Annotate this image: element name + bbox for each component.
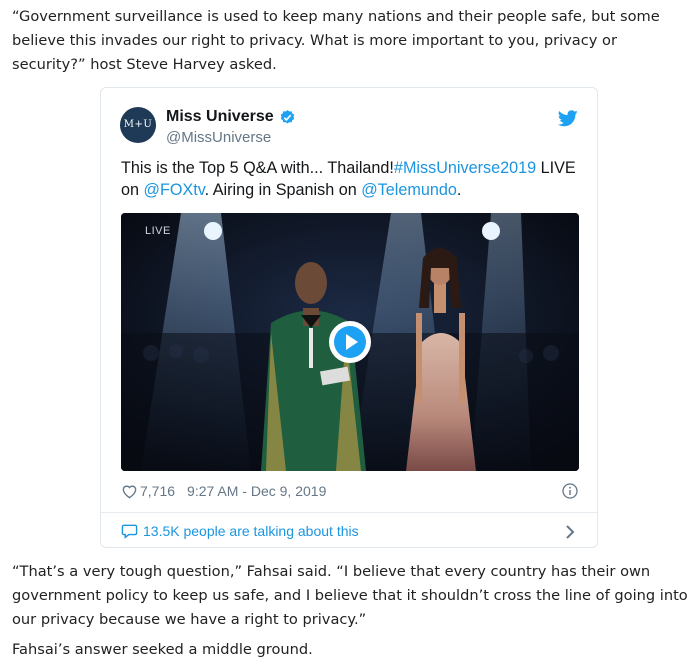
conversation-count[interactable]: 13.5K people are talking about this <box>143 523 359 539</box>
account-handle[interactable]: @MissUniverse <box>166 129 271 146</box>
account-name[interactable]: Miss Universe <box>166 108 274 126</box>
avatar[interactable]: M+U <box>120 107 156 143</box>
heart-icon[interactable] <box>121 484 138 499</box>
embedded-tweet[interactable]: M+U Miss Universe @MissUniverse This is … <box>100 87 598 548</box>
tweet-text: This is the Top 5 Q&A with... Thailand!#… <box>121 157 581 201</box>
chevron-right-icon[interactable] <box>565 525 575 539</box>
tweet-timestamp[interactable]: 9:27 AM - Dec 9, 2019 <box>187 483 326 499</box>
tweet-text-part3: . Airing in Spanish on <box>204 181 362 199</box>
tweet-text-part4: . <box>456 181 462 199</box>
twitter-bird-icon[interactable] <box>558 110 578 127</box>
mention-link-telemundo[interactable]: @Telemundo <box>361 181 457 199</box>
mention-link-foxtv[interactable]: @FOXtv <box>144 181 205 199</box>
comment-bubble-icon <box>121 524 138 539</box>
tweet-meta: 7,716 9:27 AM - Dec 9, 2019 <box>121 483 326 499</box>
article-paragraph-answer: “That’s a very tough question,” Fahsai s… <box>12 563 688 628</box>
play-icon <box>334 326 366 358</box>
conversation-link[interactable]: 13.5K people are talking about this <box>121 523 359 539</box>
live-badge: LIVE <box>145 225 171 237</box>
info-icon[interactable] <box>562 483 578 499</box>
video-thumbnail[interactable]: LIVE <box>121 213 579 471</box>
article-paragraph-summary: Fahsai’s answer seeked a middle ground. <box>12 641 313 658</box>
verified-badge-icon <box>280 110 295 124</box>
like-count[interactable]: 7,716 <box>140 483 175 499</box>
article-paragraph-quote: “Government surveillance is used to keep… <box>12 8 660 73</box>
hashtag-link[interactable]: #MissUniverse2019 <box>394 159 536 177</box>
play-button[interactable] <box>329 321 371 363</box>
tweet-text-part1: This is the Top 5 Q&A with... Thailand! <box>121 159 394 177</box>
divider <box>101 512 597 513</box>
